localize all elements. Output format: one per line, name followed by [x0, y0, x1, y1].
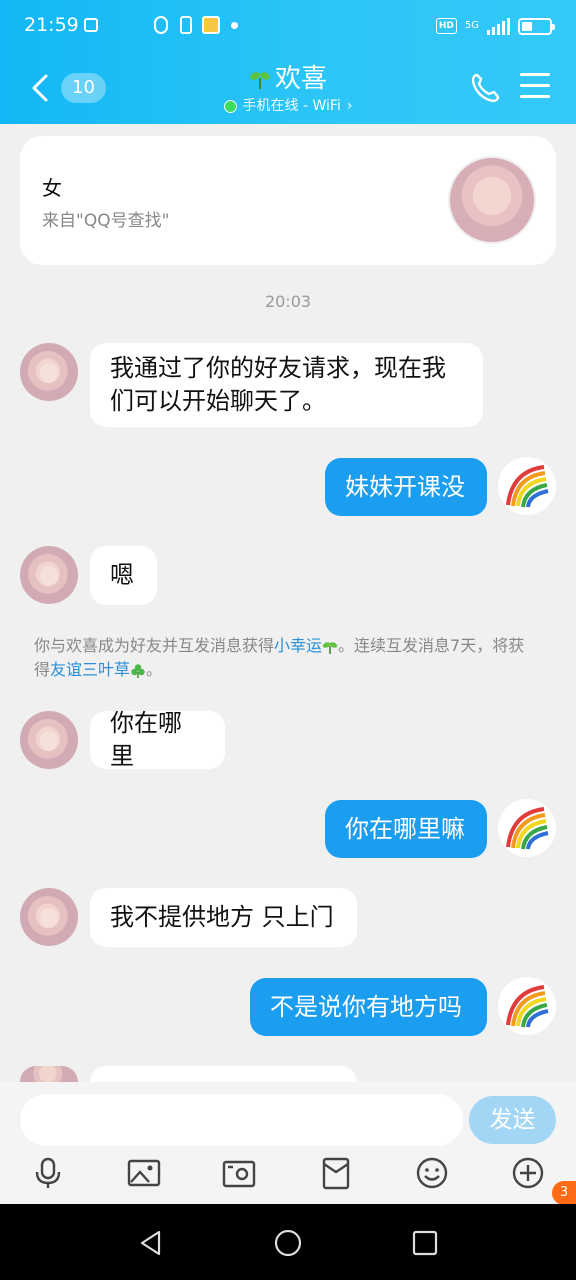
contact-avatar-partial [20, 1066, 78, 1082]
contact-avatar[interactable] [20, 546, 78, 604]
system-message: 你与欢喜成为好友并互发消息获得小幸运 。连续互发消息7天，将获得友谊三叶草。 [34, 634, 534, 682]
phone-call-button[interactable] [470, 72, 500, 104]
plus-button[interactable] [511, 1156, 545, 1190]
message-text: 不是说你有地方吗 [270, 992, 462, 1021]
system-text: 你与欢喜成为好友并互发消息获得 [34, 636, 275, 655]
clover-link[interactable]: 友谊三叶草 [50, 660, 130, 679]
battery-saver-icon [180, 16, 192, 34]
my-avatar[interactable] [498, 457, 556, 515]
network-label: 5G [464, 20, 479, 31]
red-packet-button[interactable] [319, 1156, 353, 1190]
battery-icon [518, 17, 555, 35]
profile-source: 来自"QQ号查找" [42, 211, 170, 231]
camera-icon [222, 1160, 256, 1188]
qq-notification-icon [154, 16, 168, 34]
rainbow-icon [506, 985, 549, 1028]
message-text: 妹妹开课没 [345, 472, 465, 501]
status-right: HD 5G [435, 14, 555, 38]
plus-icon [512, 1157, 544, 1189]
red-packet-icon [322, 1157, 350, 1190]
status-time: 21:59 [24, 14, 79, 36]
sprout-icon [322, 641, 338, 654]
contact-name: 欢喜 [274, 64, 327, 94]
triangle-back-icon [140, 1230, 161, 1256]
chat-header: 21:59 HD 5G 10 欢喜 手机在线 - WiFi › [0, 0, 576, 124]
system-nav-bar [0, 1204, 576, 1280]
microphone-icon [35, 1157, 61, 1188]
message-bubble-received[interactable]: 我不提供地方 只上门 [90, 888, 357, 947]
message-text: 你在哪里 [110, 709, 182, 770]
message-bubble-sent[interactable]: 妹妹开课没 [325, 458, 487, 516]
message-bubble-received[interactable]: 你在哪里 [90, 709, 225, 770]
presence-text: 手机在线 - WiFi [242, 98, 341, 114]
nav-home-button[interactable] [273, 1228, 303, 1258]
message-bubble-partial [90, 1066, 357, 1082]
phone-icon [471, 73, 500, 103]
message-bubble-received[interactable]: 嗯 [90, 546, 157, 605]
photo-icon [127, 1159, 161, 1187]
weather-icon [202, 16, 220, 34]
camera-button[interactable] [222, 1156, 256, 1190]
contact-avatar[interactable] [20, 343, 78, 401]
my-avatar[interactable] [498, 977, 556, 1035]
message-timestamp: 20:03 [264, 292, 312, 311]
profile-gender: 女 [42, 176, 62, 200]
sprout-icon [250, 72, 270, 89]
hd-icon: HD [435, 18, 457, 34]
system-text: 。 [146, 660, 163, 679]
contact-avatar[interactable] [20, 711, 78, 769]
message-text: 嗯 [110, 561, 134, 589]
message-line: 我通过了你的好友请求，现在我 [110, 354, 446, 382]
profile-card[interactable]: 女 来自"QQ号查找" [20, 136, 556, 265]
emoji-button[interactable] [415, 1156, 449, 1190]
message-bubble-sent[interactable]: 不是说你有地方吗 [250, 978, 487, 1036]
voice-button[interactable] [31, 1156, 65, 1190]
plus-badge: 3 [552, 1181, 576, 1205]
photo-button[interactable] [127, 1156, 161, 1190]
message-line: 们可以开始聊天了。 [110, 387, 326, 415]
profile-avatar[interactable] [448, 156, 536, 244]
more-notifications-dot [231, 22, 238, 29]
emoji-icon [416, 1157, 448, 1189]
square-recents-icon [412, 1230, 438, 1256]
nav-recents-button[interactable] [410, 1228, 440, 1258]
my-avatar[interactable] [498, 799, 556, 857]
message-notification-icon [84, 18, 98, 32]
message-input[interactable] [20, 1094, 463, 1146]
circle-home-icon [274, 1229, 302, 1257]
lucky-link[interactable]: 小幸运 [274, 636, 322, 655]
rainbow-icon [506, 465, 549, 508]
chevron-right-icon: › [346, 98, 353, 114]
online-status-icon [223, 99, 237, 113]
status-bar: 21:59 HD 5G [0, 0, 576, 52]
message-bubble-sent[interactable]: 你在哪里嘛 [325, 800, 487, 858]
send-button[interactable]: 发送 [469, 1096, 556, 1144]
message-text: 你在哪里嘛 [345, 814, 465, 843]
message-bubble-received[interactable]: 我通过了你的好友请求，现在我 们可以开始聊天了。 [90, 343, 483, 427]
contact-avatar[interactable] [20, 888, 78, 946]
message-text: 我不提供地方 只上门 [110, 903, 334, 931]
input-area: 发送 [0, 1082, 576, 1204]
signal-icon [487, 17, 510, 35]
clover-icon [131, 663, 145, 678]
rainbow-icon [506, 807, 549, 850]
menu-button[interactable] [520, 73, 550, 101]
nav-back-button[interactable] [137, 1228, 167, 1258]
